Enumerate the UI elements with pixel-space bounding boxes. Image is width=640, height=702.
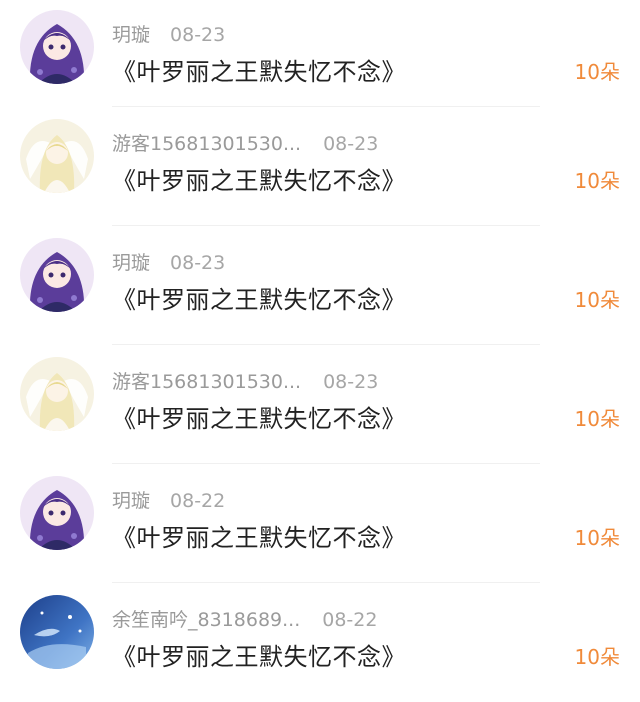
avatar-blue-night-icon — [20, 595, 94, 669]
user-name[interactable]: 余笙南吟_8318689... — [112, 605, 300, 632]
avatar-purple-girl-icon — [20, 238, 94, 312]
list-item[interactable]: 余笙南吟_8318689... 08-22 《叶罗丽之王默失忆不念》 10朵 — [0, 583, 640, 702]
row-meta: 游客15681301530... 08-23 — [112, 367, 378, 394]
list-item[interactable]: 游客15681301530... 08-23 《叶罗丽之王默失忆不念》 10朵 — [0, 107, 640, 226]
date: 08-23 — [170, 24, 226, 46]
list-item[interactable]: 游客15681301530... 08-23 《叶罗丽之王默失忆不念》 10朵 — [0, 345, 640, 464]
row-meta: 玥璇 08-23 — [112, 248, 225, 275]
work-title[interactable]: 《叶罗丽之王默失忆不念》 — [112, 52, 406, 87]
avatar[interactable] — [20, 238, 94, 312]
date: 08-23 — [323, 371, 379, 393]
gift-amount: 10朵 — [574, 526, 620, 550]
row-meta: 玥璇 08-23 — [112, 20, 225, 47]
row-meta: 游客15681301530... 08-23 — [112, 129, 378, 156]
work-title[interactable]: 《叶罗丽之王默失忆不念》 — [112, 518, 406, 553]
work-title[interactable]: 《叶罗丽之王默失忆不念》 — [112, 399, 406, 434]
user-name[interactable]: 玥璇 — [112, 486, 150, 513]
date: 08-23 — [323, 133, 379, 155]
gift-amount: 10朵 — [574, 645, 620, 669]
work-title[interactable]: 《叶罗丽之王默失忆不念》 — [112, 280, 406, 315]
row-meta: 玥璇 08-22 — [112, 486, 225, 513]
avatar-purple-girl-icon — [20, 10, 94, 84]
user-name[interactable]: 游客15681301530... — [112, 129, 301, 156]
user-name[interactable]: 游客15681301530... — [112, 367, 301, 394]
date: 08-23 — [170, 252, 226, 274]
avatar[interactable] — [20, 595, 94, 669]
avatar[interactable] — [20, 10, 94, 84]
gift-amount: 10朵 — [574, 169, 620, 193]
avatar-white-angel-icon — [20, 119, 94, 193]
avatar-purple-girl-icon — [20, 476, 94, 550]
work-title[interactable]: 《叶罗丽之王默失忆不念》 — [112, 161, 406, 196]
avatar-white-angel-icon — [20, 357, 94, 431]
list-item[interactable]: 玥璇 08-23 《叶罗丽之王默失忆不念》 10朵 — [0, 226, 640, 345]
user-name[interactable]: 玥璇 — [112, 20, 150, 47]
gift-amount: 10朵 — [574, 407, 620, 431]
gift-amount: 10朵 — [574, 288, 620, 312]
avatar[interactable] — [20, 119, 94, 193]
list-item[interactable]: 玥璇 08-23 《叶罗丽之王默失忆不念》 10朵 — [0, 0, 640, 107]
row-meta: 余笙南吟_8318689... 08-22 — [112, 605, 377, 632]
avatar[interactable] — [20, 476, 94, 550]
date: 08-22 — [322, 609, 378, 631]
date: 08-22 — [170, 490, 226, 512]
gift-record-list: 玥璇 08-23 《叶罗丽之王默失忆不念》 10朵 游客15681301530..… — [0, 0, 640, 702]
user-name[interactable]: 玥璇 — [112, 248, 150, 275]
list-item[interactable]: 玥璇 08-22 《叶罗丽之王默失忆不念》 10朵 — [0, 464, 640, 583]
gift-amount: 10朵 — [574, 60, 620, 84]
avatar[interactable] — [20, 357, 94, 431]
work-title[interactable]: 《叶罗丽之王默失忆不念》 — [112, 637, 406, 672]
